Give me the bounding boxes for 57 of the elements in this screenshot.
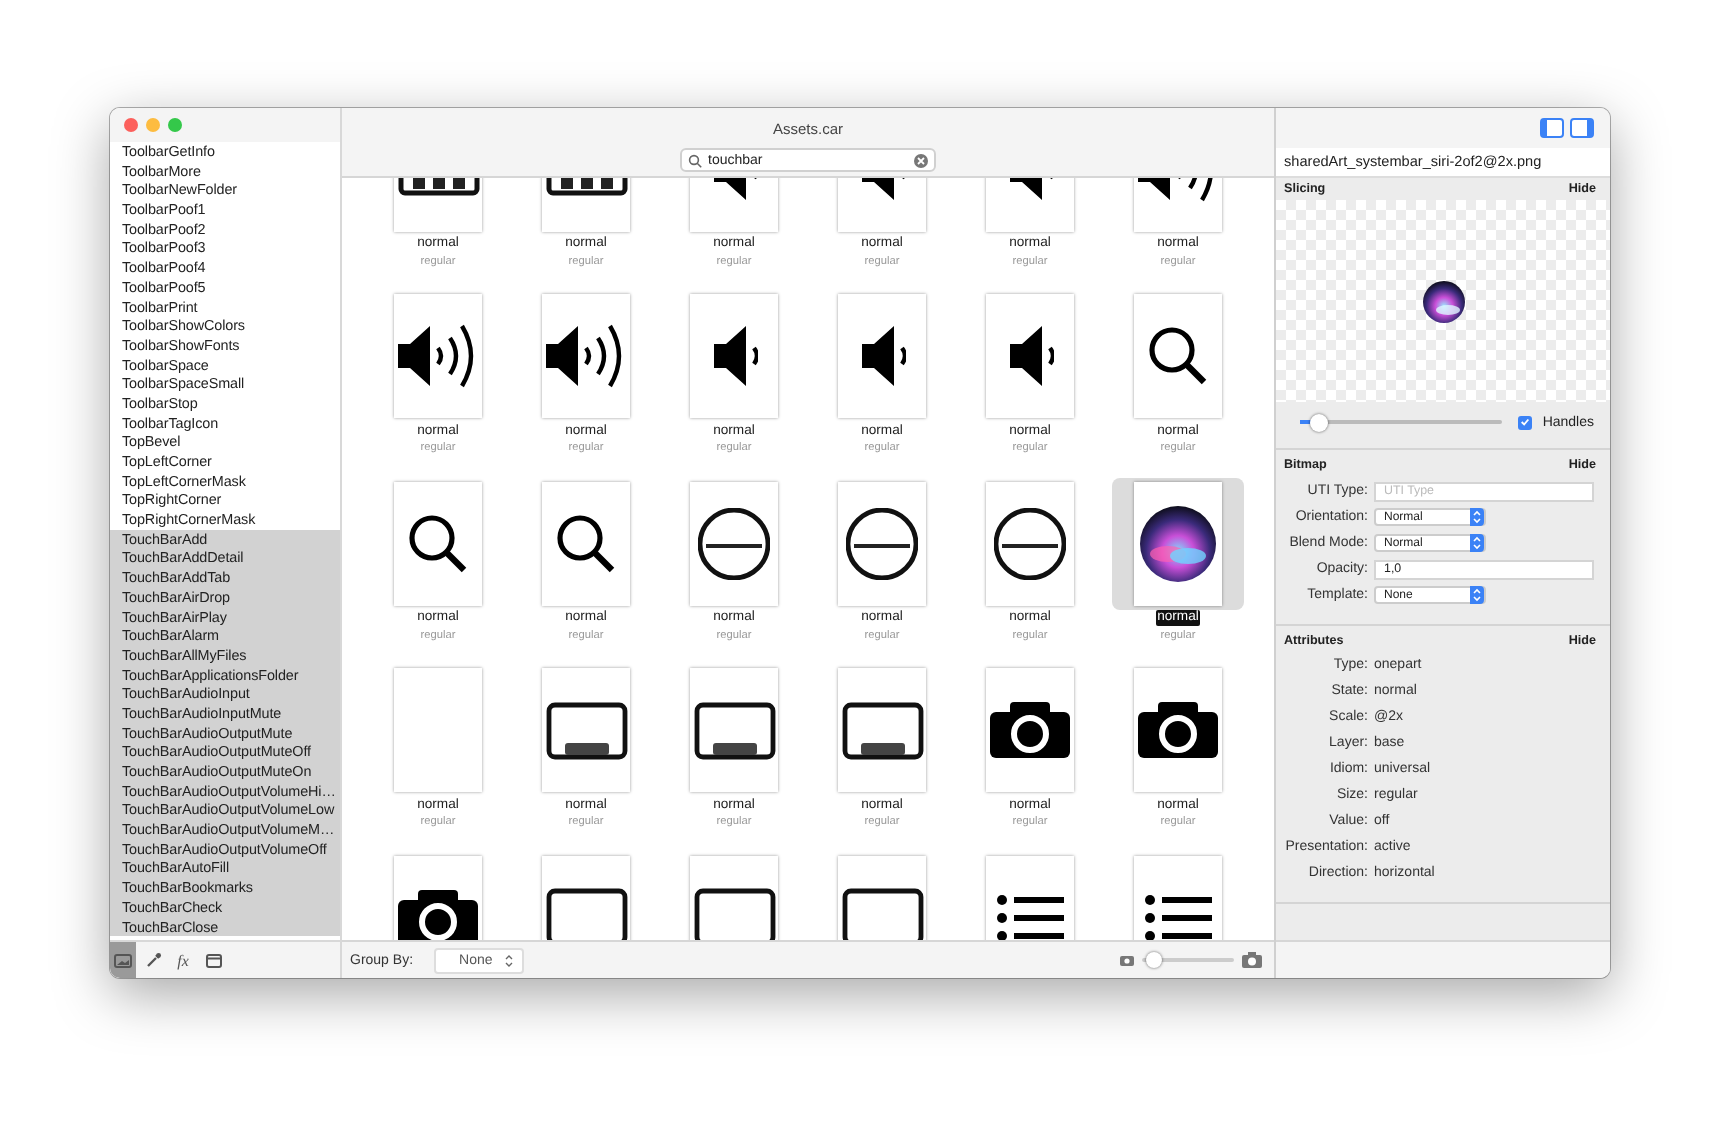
circle-minus-icon [698, 507, 770, 579]
frame-icon [693, 888, 775, 940]
function-button[interactable]: fx [170, 942, 196, 978]
asset-thumbnail[interactable] [986, 481, 1074, 605]
asset-thumbnail[interactable] [542, 294, 630, 418]
asset-thumbnail[interactable] [986, 668, 1074, 792]
magnifier-icon [556, 513, 616, 573]
asset-thumbnail[interactable] [690, 668, 778, 792]
camera-icon [1120, 954, 1134, 966]
asset-thumbnail[interactable] [542, 481, 630, 605]
asset-thumbnail[interactable] [838, 294, 926, 418]
left-panel-toggle-icon[interactable] [1540, 118, 1564, 138]
magnifier-icon [408, 513, 468, 573]
speaker-icon [859, 324, 905, 388]
asset-thumbnail[interactable] [838, 481, 926, 605]
circle-minus-icon [994, 507, 1066, 579]
right-panel-toggle-icon[interactable] [1570, 118, 1594, 138]
magnifier-icon [1148, 326, 1208, 386]
camera-icon [990, 702, 1070, 758]
tray-icon [841, 701, 923, 759]
asset-thumbnail[interactable] [394, 481, 482, 605]
asset-thumbnail[interactable] [986, 294, 1074, 418]
orb-icon [1421, 279, 1465, 323]
asset-thumbnail[interactable] [690, 481, 778, 605]
selection-highlight[interactable] [1112, 477, 1244, 609]
circle-minus-icon [846, 507, 918, 579]
camera-icon [1138, 702, 1218, 758]
orb-icon [1140, 505, 1216, 581]
camera-icon [1242, 952, 1262, 968]
tray-icon [545, 701, 627, 759]
asset-thumbnail[interactable] [1134, 668, 1222, 792]
image-button[interactable] [110, 942, 136, 978]
up-down-arrows-icon [504, 953, 515, 967]
clear-button[interactable] [914, 153, 928, 167]
close-button[interactable] [124, 118, 138, 132]
asset-thumbnail[interactable] [690, 294, 778, 418]
asset-thumbnail[interactable] [394, 668, 482, 792]
frame-icon [545, 888, 627, 940]
image-icon [114, 953, 132, 967]
speaker-icon [711, 324, 757, 388]
handles-checkbox[interactable] [1518, 415, 1533, 429]
up-down-arrows-icon [1472, 536, 1482, 550]
eyedropper-icon [145, 952, 161, 968]
tray-icon [693, 701, 775, 759]
asset-thumbnail[interactable] [838, 668, 926, 792]
list-icon [1143, 893, 1213, 940]
search-icon [688, 153, 702, 167]
up-down-arrows-icon [1472, 588, 1482, 602]
list-icon [995, 893, 1065, 940]
asset-thumbnail[interactable] [394, 294, 482, 418]
window-icon [205, 953, 221, 967]
frame-icon [841, 888, 923, 940]
asset-thumbnail[interactable] [1134, 294, 1222, 418]
up-down-arrows-icon [1472, 510, 1482, 524]
asset-thumbnail[interactable] [1134, 481, 1222, 605]
asset-thumbnail[interactable] [542, 668, 630, 792]
speaker-icon [1007, 324, 1053, 388]
